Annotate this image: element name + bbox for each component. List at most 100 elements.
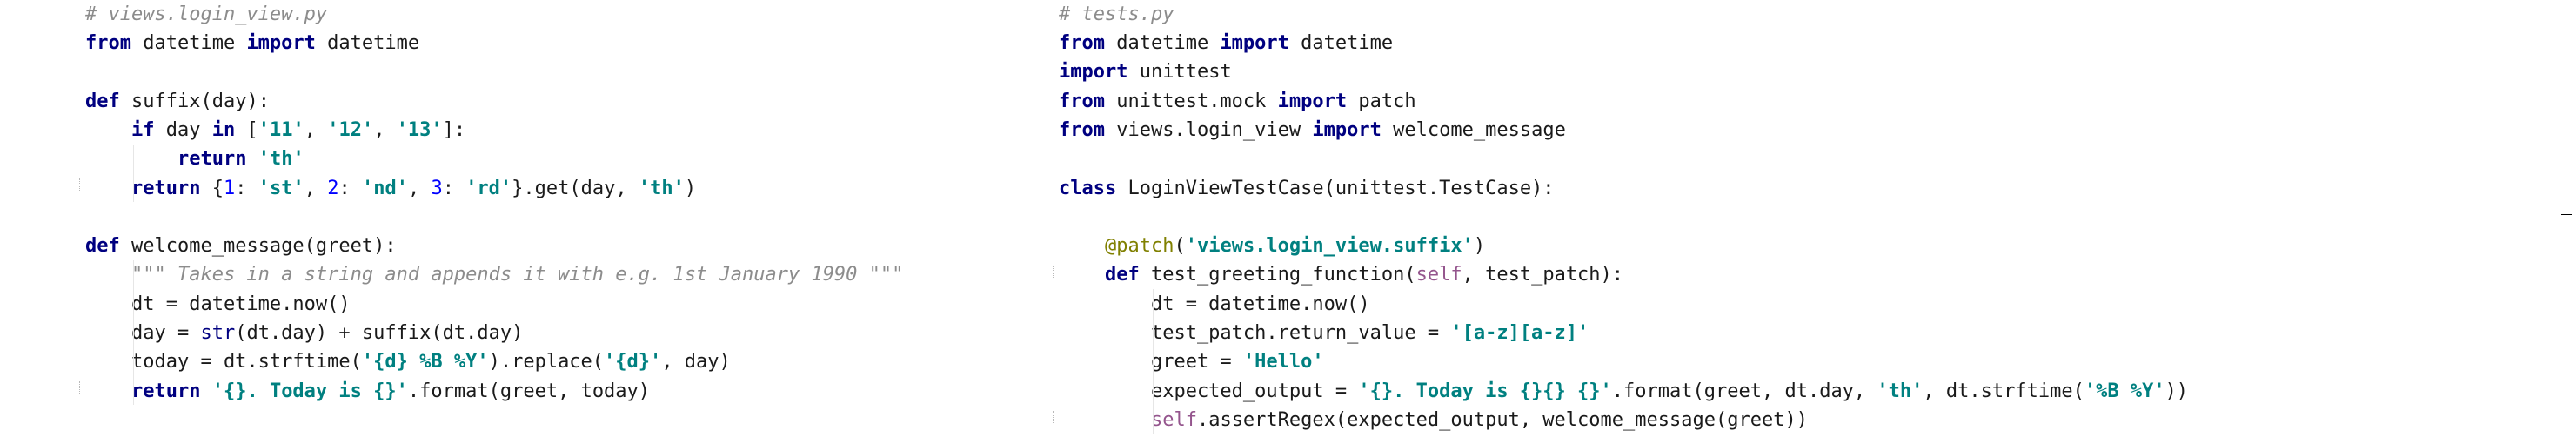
code-token: class	[1059, 178, 1117, 199]
code-token: ))	[2165, 380, 2189, 402]
code-token: ).replace(	[488, 351, 605, 373]
code-line[interactable]: def test_greeting_function(self, test_pa…	[1059, 260, 1623, 289]
code-token: {	[200, 178, 224, 199]
code-token: import	[1277, 91, 1348, 112]
code-token: (	[1174, 235, 1186, 257]
code-line[interactable]: today = dt.strftime('{d} %B %Y').replace…	[85, 347, 731, 376]
code-line[interactable]: from views.login_view import welcome_mes…	[1059, 116, 1566, 145]
code-token: in	[211, 119, 236, 141]
code-token: from	[85, 32, 131, 54]
code-token: self	[1150, 409, 1197, 431]
code-token: today = dt.strftime(	[85, 351, 362, 373]
code-token: '{d}'	[604, 351, 662, 373]
code-line[interactable]: return {1: 'st', 2: 'nd', 3: 'rd'}.get(d…	[85, 174, 696, 203]
code-token: }.get(day,	[512, 178, 639, 199]
code-token: datetime	[315, 32, 420, 54]
fold-marker-icon[interactable]	[1053, 266, 1054, 278]
code-token: ,	[304, 178, 328, 199]
code-token: datetime	[1104, 32, 1221, 54]
code-token: 'Hello'	[1242, 351, 1324, 373]
code-token: (dt.day) + suffix(dt.day)	[235, 322, 524, 344]
code-token: dt = datetime.now()	[85, 293, 351, 315]
code-line[interactable]: class LoginViewTestCase(unittest.TestCas…	[1059, 174, 1555, 203]
code-token: @patch	[1104, 235, 1174, 257]
code-line[interactable]: import unittest	[1059, 57, 1232, 86]
code-token: .format(greet, today)	[407, 380, 651, 402]
code-token: import	[1312, 119, 1382, 141]
code-token: datetime	[130, 32, 247, 54]
left-filename-comment: # views.login_view.py	[85, 3, 328, 25]
code-token: 'views.login_view.suffix'	[1185, 235, 1474, 257]
code-token: return	[130, 178, 201, 199]
code-line[interactable]: from datetime import datetime	[1059, 29, 1393, 57]
code-token: ,	[407, 178, 432, 199]
code-token: [	[235, 119, 258, 141]
code-token: expected_output =	[1059, 380, 1359, 402]
code-token: 'th'	[1877, 380, 1924, 402]
code-line[interactable]: day = str(dt.day) + suffix(dt.day)	[85, 319, 523, 347]
code-token: '{}. Today is {}{} {}'	[1358, 380, 1612, 402]
code-token: ,	[373, 119, 397, 141]
code-token: test_greeting_function(	[1139, 264, 1416, 286]
code-token: datetime	[1288, 32, 1394, 54]
code-token: patch	[1347, 91, 1416, 112]
code-token: '11'	[258, 119, 304, 141]
code-line[interactable]: greet = 'Hello'	[1059, 347, 1324, 376]
code-token: day =	[85, 322, 201, 344]
code-line[interactable]: test_patch.return_value = '[a-z][a-z]'	[1059, 319, 1589, 347]
code-token: '[a-z][a-z]'	[1450, 322, 1589, 344]
code-token: LoginViewTestCase(unittest.TestCase):	[1116, 178, 1555, 199]
code-line[interactable]: @patch('views.login_view.suffix')	[1059, 232, 1485, 260]
code-token: import	[246, 32, 316, 54]
code-line[interactable]: def suffix(day):	[85, 87, 270, 116]
fold-marker-icon[interactable]	[79, 381, 80, 394]
fold-marker-icon[interactable]	[79, 178, 80, 191]
code-line[interactable]: from unittest.mock import patch	[1059, 87, 1416, 116]
code-token: .assertRegex(expected_output, welcome_me…	[1196, 409, 1808, 431]
left-editor-pane[interactable]: # views.login_view.py from datetime impo…	[0, 0, 1044, 444]
code-token: '{}. Today is {}'	[211, 380, 408, 402]
code-line[interactable]: dt = datetime.now()	[85, 290, 351, 319]
code-line[interactable]: def welcome_message(greet):	[85, 232, 397, 260]
code-token: '13'	[396, 119, 443, 141]
caret-icon	[2561, 214, 2572, 215]
code-line[interactable]: """ Takes in a string and appends it wit…	[85, 260, 903, 289]
code-line[interactable]: expected_output = '{}. Today is {}{} {}'…	[1059, 377, 2188, 406]
code-line[interactable]: return 'th'	[85, 145, 304, 173]
code-token: )	[684, 178, 697, 199]
fold-marker-icon[interactable]	[1053, 411, 1054, 423]
indent-guide	[133, 145, 134, 202]
code-token: from	[1059, 32, 1105, 54]
code-line[interactable]: self.assertRegex(expected_output, welcom…	[1059, 406, 1808, 434]
code-token: suffix(day):	[119, 91, 270, 112]
code-token: 'st'	[258, 178, 304, 199]
code-line[interactable]: dt = datetime.now()	[1059, 290, 1370, 319]
code-line[interactable]: if day in ['11', '12', '13']:	[85, 116, 465, 145]
code-token: unittest	[1127, 61, 1232, 83]
code-token: views.login_view	[1104, 119, 1313, 141]
right-filename-comment: # tests.py	[1059, 3, 1174, 25]
code-line[interactable]: return '{}. Today is {}'.format(greet, t…	[85, 377, 650, 406]
code-token: 'rd'	[465, 178, 512, 199]
code-token: day	[154, 119, 212, 141]
code-token: :	[235, 178, 258, 199]
code-line[interactable]: from datetime import datetime	[85, 29, 419, 57]
code-token: '%B %Y'	[2084, 380, 2165, 402]
right-editor-pane[interactable]: # tests.py from datetime import datetime…	[1044, 0, 2576, 444]
code-token: 'nd'	[361, 178, 408, 199]
code-token: from	[1059, 91, 1105, 112]
code-token: greet =	[1059, 351, 1243, 373]
code-token: def	[85, 235, 120, 257]
code-token: )	[1473, 235, 1486, 257]
code-token: , test_patch):	[1462, 264, 1624, 286]
code-token: welcome_message(greet):	[119, 235, 397, 257]
indent-guide	[133, 260, 134, 405]
code-token: str	[200, 322, 236, 344]
